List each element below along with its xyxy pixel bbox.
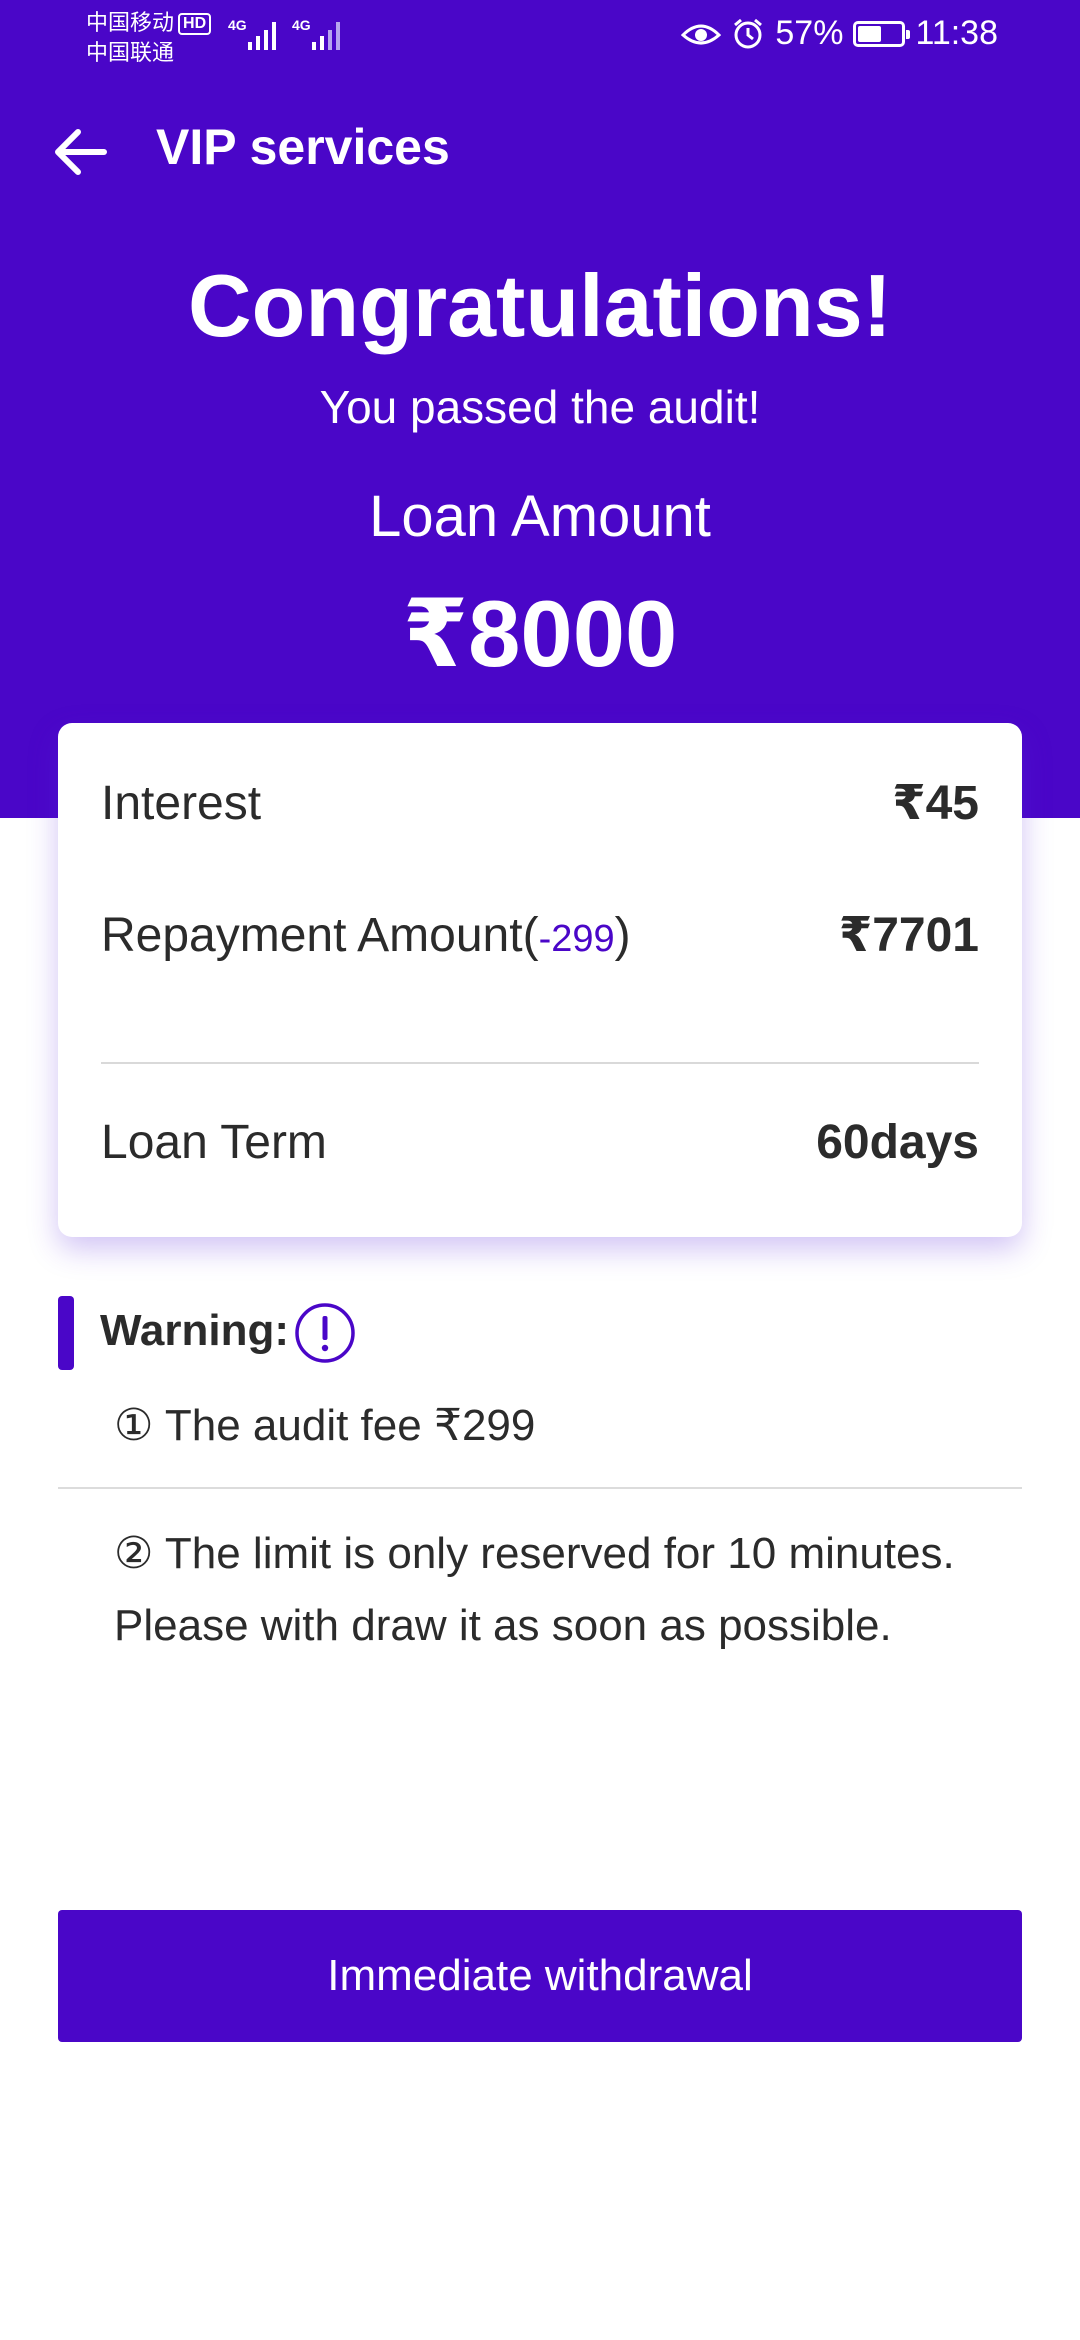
status-bar: 中国移动 HD 中国联通 4G 4G 57% 11:38 [0, 0, 1080, 80]
loan-details-card: Interest ₹45 Repayment Amount(-299) ₹770… [58, 723, 1022, 1237]
clock-time: 11:38 [915, 14, 998, 52]
network-type-2: 4G [292, 17, 311, 33]
repayment-label: Repayment Amount(-299) [101, 908, 631, 963]
battery-percent: 57% [775, 14, 844, 52]
arrow-left-icon[interactable] [50, 120, 114, 184]
carrier-2: 中国联通 [86, 40, 175, 65]
loan-term-row: Loan Term 60days [101, 1115, 979, 1170]
loan-amount-value: ₹8000 [402, 581, 678, 686]
repayment-deduction: -299 [538, 917, 615, 960]
reservation-note-line-2: Please with draw it as soon as possible. [114, 1601, 892, 1650]
warning-label: Warning: [100, 1306, 289, 1355]
congratulations-heading: Congratulations! [188, 256, 892, 355]
loan-amount-label: Loan Amount [369, 484, 711, 549]
battery-level-fill [858, 25, 881, 42]
repayment-row: Repayment Amount(-299) ₹7701 [101, 907, 979, 963]
hd-badge: HD [178, 13, 212, 35]
page-title: VIP services [156, 119, 450, 175]
warning-divider [58, 1487, 1022, 1489]
signal-icon: 4G [292, 17, 340, 50]
warning-accent-bar [58, 1296, 74, 1370]
network-type-1: 4G [228, 17, 247, 33]
loan-term-label: Loan Term [101, 1116, 327, 1169]
interest-value: ₹45 [892, 777, 979, 830]
eye-icon [681, 24, 722, 44]
audit-passed-text: You passed the audit! [319, 381, 761, 433]
reservation-note-line-1: ② The limit is only reserved for 10 minu… [114, 1529, 955, 1578]
alarm-icon [734, 18, 763, 48]
top-app-bar: VIP services [0, 100, 1080, 204]
reservation-note: ② The limit is only reserved for 10 minu… [114, 1518, 1014, 1662]
carrier-1: 中国移动 [86, 10, 175, 35]
interest-label: Interest [101, 776, 262, 830]
immediate-withdrawal-button[interactable]: Immediate withdrawal [58, 1910, 1022, 2042]
card-divider [101, 1062, 979, 1064]
audit-fee-note: ① The audit fee ₹299 [114, 1401, 536, 1450]
signal-icon: 4G [228, 17, 276, 50]
interest-row: Interest ₹45 [101, 775, 979, 831]
exclamation-circle-icon [295, 1303, 355, 1363]
battery-icon [853, 20, 911, 47]
loan-term-value: 60days [816, 1116, 979, 1169]
repayment-label-prefix: Repayment Amount( [101, 908, 539, 962]
repayment-label-suffix: ) [614, 908, 631, 962]
repayment-value: ₹7701 [838, 909, 979, 962]
carrier-info: 中国移动 HD 中国联通 [86, 8, 212, 68]
